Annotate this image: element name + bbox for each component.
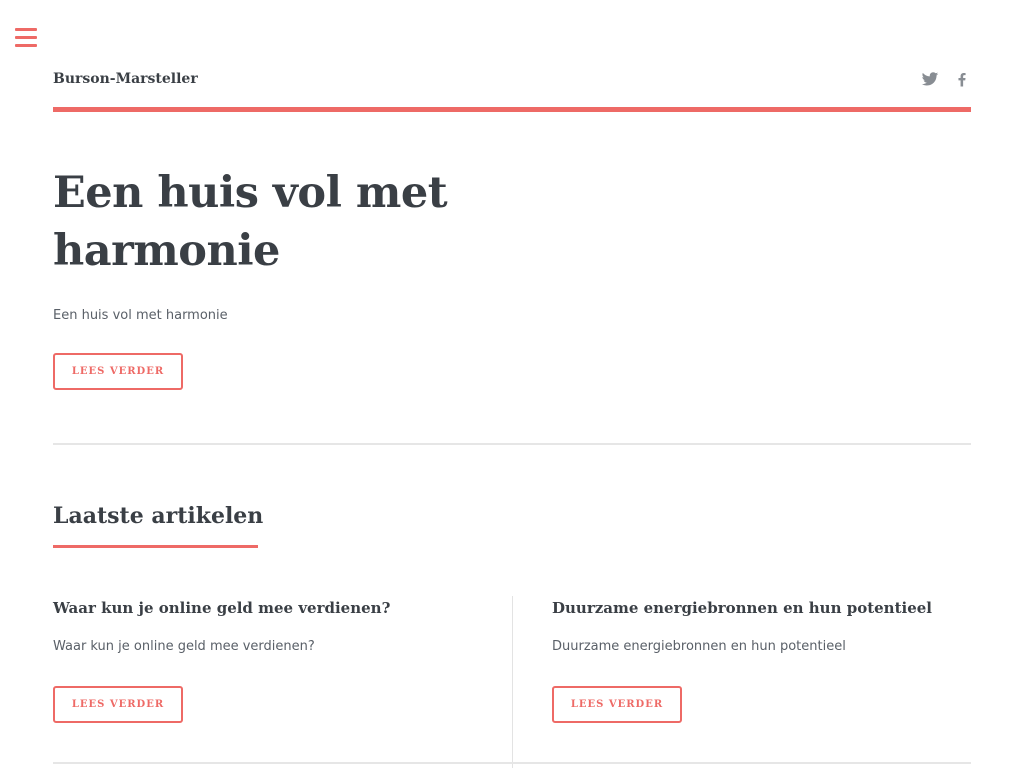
column-divider: [512, 596, 513, 768]
menu-bar: [15, 44, 37, 47]
article-read-more-button[interactable]: LEES VERDER: [552, 686, 682, 723]
social-links: [921, 70, 971, 88]
article-excerpt: Waar kun je online geld mee verdienen?: [53, 639, 315, 654]
menu-bar: [15, 36, 37, 39]
facebook-icon[interactable]: [953, 70, 971, 88]
hero-title[interactable]: Een huis vol met harmonie: [53, 164, 493, 280]
site-title-link[interactable]: Burson-Marsteller: [53, 71, 198, 87]
article-grid: Waar kun je online geld mee verdienen? W…: [53, 596, 971, 768]
section-divider: [53, 443, 971, 445]
article-excerpt: Duurzame energiebronnen en hun potentiee…: [552, 639, 846, 654]
header-divider: [53, 107, 971, 112]
article-card: Duurzame energiebronnen en hun potentiee…: [552, 596, 992, 723]
menu-bar: [15, 28, 37, 31]
site-header: Burson-Marsteller: [53, 60, 971, 100]
twitter-icon[interactable]: [921, 70, 939, 88]
hero-excerpt: Een huis vol met harmonie: [53, 308, 228, 323]
article-read-more-button[interactable]: LEES VERDER: [53, 686, 183, 723]
latest-heading-underline: [53, 545, 258, 548]
article-title[interactable]: Waar kun je online geld mee verdienen?: [53, 596, 493, 620]
article-title[interactable]: Duurzame energiebronnen en hun potentiee…: [552, 596, 992, 620]
article-card: Waar kun je online geld mee verdienen? W…: [53, 596, 493, 723]
hero-read-more-button[interactable]: LEES VERDER: [53, 353, 183, 390]
hamburger-menu-icon[interactable]: [15, 28, 37, 48]
bottom-divider: [53, 762, 971, 764]
latest-articles-heading: Laatste artikelen: [53, 503, 264, 529]
hero-section: Een huis vol met harmonie Een huis vol m…: [53, 164, 971, 390]
